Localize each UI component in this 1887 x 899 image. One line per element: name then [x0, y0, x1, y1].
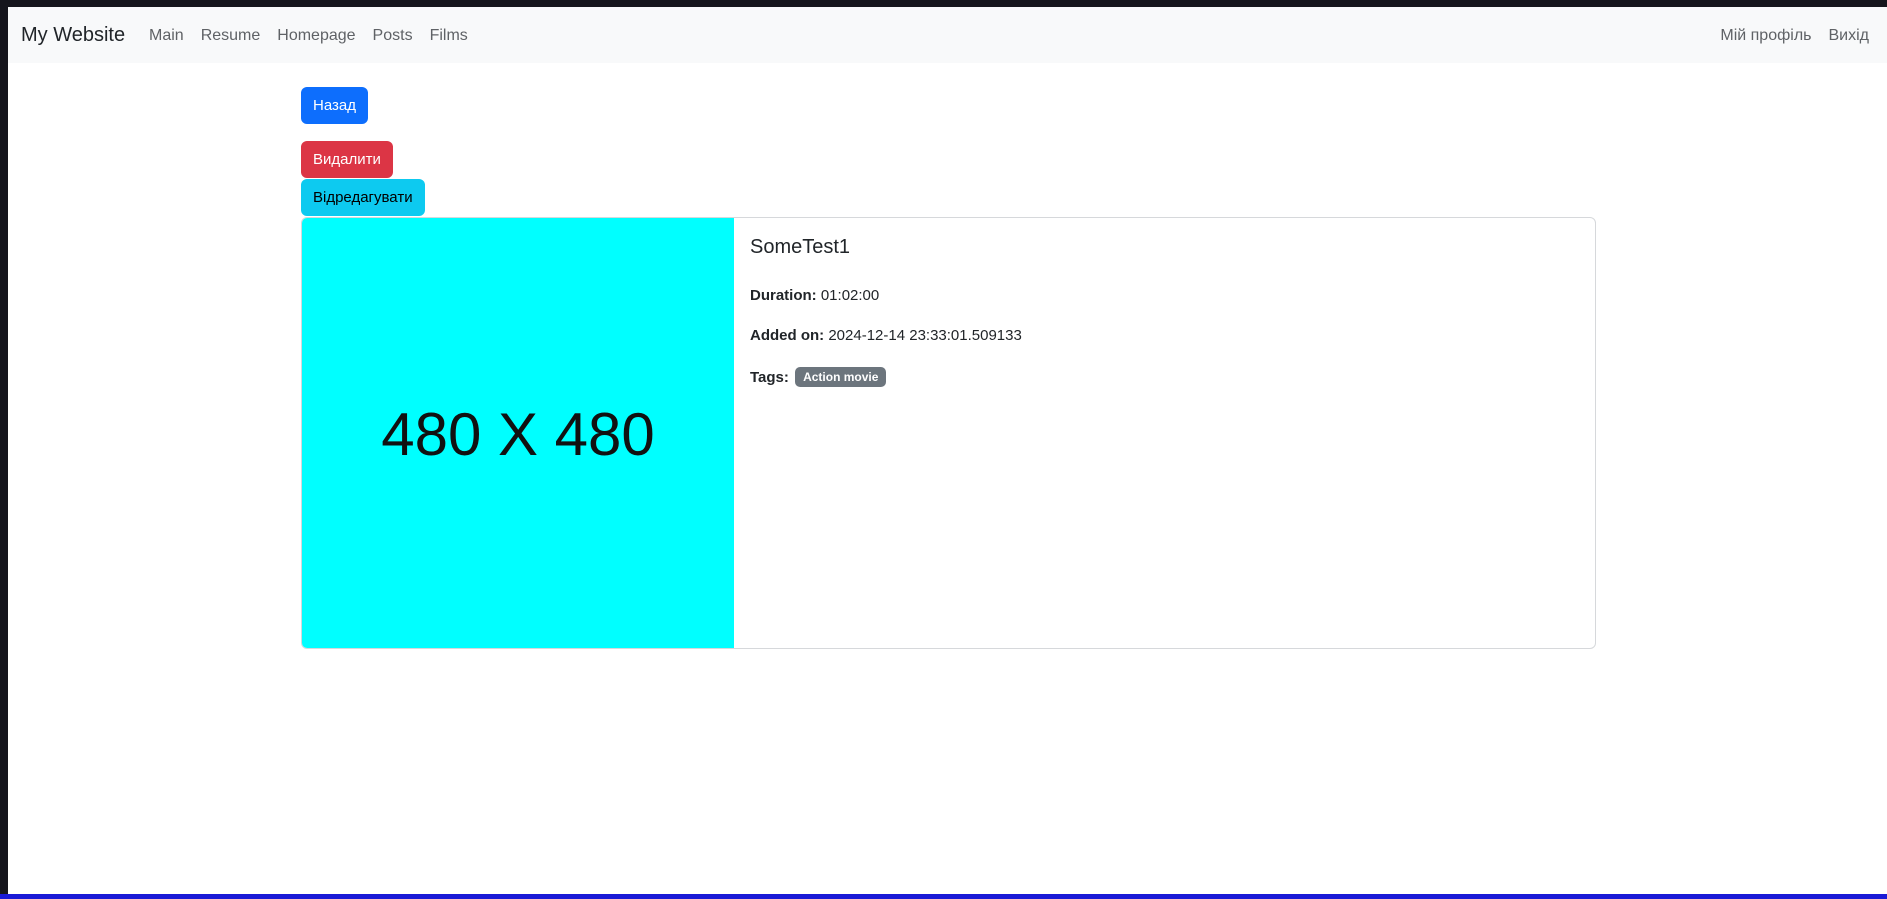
nav-links: Main Resume Homepage Posts Films — [149, 27, 468, 45]
window-frame-bottom — [0, 894, 1887, 899]
film-tags: Tags: Action movie — [750, 367, 887, 387]
back-button[interactable]: Назад — [301, 87, 368, 124]
navbar-brand[interactable]: My Website — [21, 24, 125, 47]
film-card: 480 X 480 SomeTest1 Duration: 01:02:00 A… — [301, 217, 1596, 649]
film-duration: Duration: 01:02:00 — [750, 287, 879, 304]
nav-link-resume[interactable]: Resume — [201, 27, 261, 45]
nav-link-posts[interactable]: Posts — [373, 27, 413, 45]
film-title: SomeTest1 — [750, 236, 851, 258]
nav-link-my-profile[interactable]: Мій профіль — [1720, 27, 1811, 45]
added-on-value: 2024-12-14 23:33:01.509133 — [828, 327, 1022, 344]
added-on-label: Added on: — [750, 327, 825, 344]
edit-button[interactable]: Відредагувати — [301, 179, 425, 216]
window-frame-top — [0, 0, 1887, 7]
navbar: My Website Main Resume Homepage Posts Fi… — [8, 7, 1887, 63]
film-info: SomeTest1 Duration: 01:02:00 Added on: 2… — [750, 236, 1022, 387]
nav-link-homepage[interactable]: Homepage — [277, 27, 355, 45]
film-poster-placeholder: 480 X 480 — [302, 218, 734, 648]
poster-placeholder-text: 480 X 480 — [381, 400, 655, 468]
tag-badge: Action movie — [795, 367, 887, 387]
duration-label: Duration: — [750, 287, 817, 304]
film-added-on: Added on: 2024-12-14 23:33:01.509133 — [750, 327, 1022, 344]
nav-user-links: Мій профіль Вихід — [1720, 27, 1869, 45]
tags-label: Tags: — [750, 369, 789, 386]
nav-link-logout[interactable]: Вихід — [1829, 27, 1870, 45]
nav-link-films[interactable]: Films — [430, 27, 468, 45]
window-frame-left — [0, 0, 8, 899]
duration-value: 01:02:00 — [820, 287, 880, 304]
nav-link-main[interactable]: Main — [149, 27, 184, 45]
delete-button[interactable]: Видалити — [301, 141, 393, 178]
